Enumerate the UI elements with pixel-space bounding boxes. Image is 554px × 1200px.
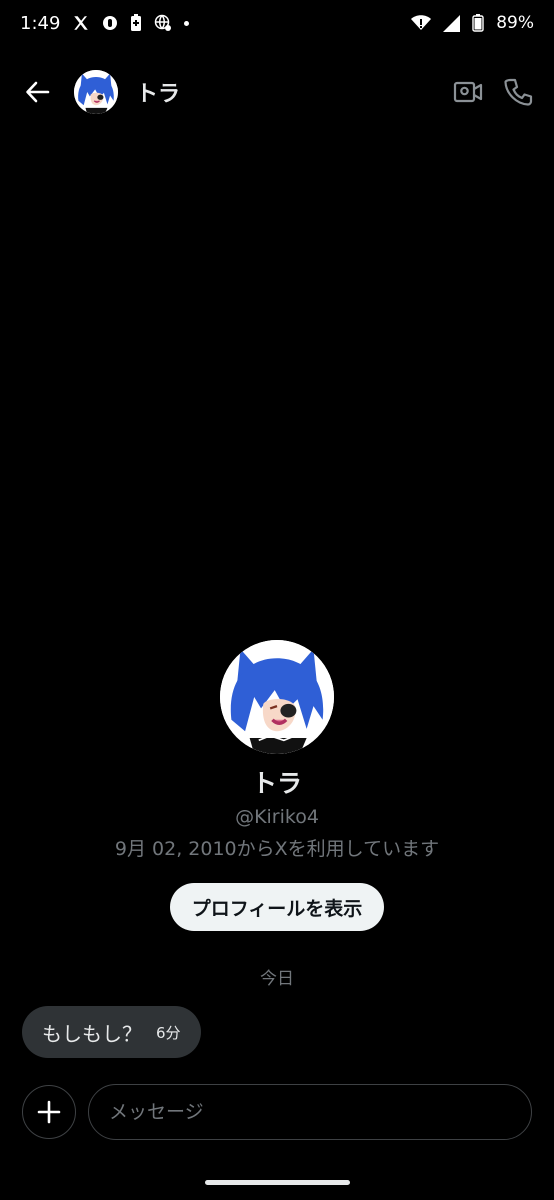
notification-dot-icon (184, 20, 190, 26)
signal-icon (443, 14, 461, 32)
status-time: 1:49 (20, 12, 61, 34)
message-composer (22, 1083, 532, 1141)
wifi-icon (411, 15, 432, 31)
header-avatar[interactable] (74, 70, 118, 114)
add-attachment-button[interactable] (22, 1085, 76, 1139)
message-bubble[interactable]: もしもし？ 6分 (22, 1006, 201, 1058)
profile-name: トラ (251, 769, 302, 798)
date-divider: 今日 (260, 969, 294, 989)
plus-icon (37, 1100, 61, 1124)
view-profile-button[interactable]: プロフィールを表示 (169, 883, 385, 931)
phone-icon (504, 78, 533, 106)
message-time: 6分 (156, 1023, 181, 1042)
x-logo-icon (72, 14, 90, 32)
header-actions (452, 76, 534, 108)
status-left: 1:49 (20, 12, 190, 34)
voice-call-button[interactable] (502, 76, 534, 108)
message-input[interactable] (88, 1084, 532, 1140)
home-indicator[interactable] (205, 1180, 350, 1185)
header-contact-name[interactable]: トラ (136, 76, 180, 108)
battery-percent: 89% (496, 13, 534, 33)
battery-saver-icon (130, 14, 142, 32)
avatar-illustration (74, 70, 118, 114)
message-text: もしもし？ (42, 1021, 142, 1046)
arrow-left-icon (26, 81, 50, 103)
battery-icon (472, 14, 484, 32)
status-bar: 1:49 89% (0, 0, 554, 46)
profile-avatar[interactable] (220, 640, 334, 754)
profile-card: トラ @Kiriko4 9月 02, 2010からXを利用しています プロフィー… (0, 640, 554, 931)
avatar-illustration (220, 640, 334, 754)
dm-conversation-screen: 1:49 89% トラ トラ @Kiriko4 9月 02, 2010からXを利… (0, 0, 554, 1200)
conversation-header: トラ (0, 62, 554, 122)
profile-joined-date: 9月 02, 2010からXを利用しています (114, 838, 440, 860)
status-right: 89% (411, 13, 534, 33)
web-icon (154, 14, 172, 32)
back-button[interactable] (18, 72, 58, 112)
vpn-icon (102, 15, 118, 31)
video-call-button[interactable] (452, 76, 484, 108)
profile-handle: @Kiriko4 (235, 806, 319, 828)
video-call-icon (453, 81, 483, 103)
